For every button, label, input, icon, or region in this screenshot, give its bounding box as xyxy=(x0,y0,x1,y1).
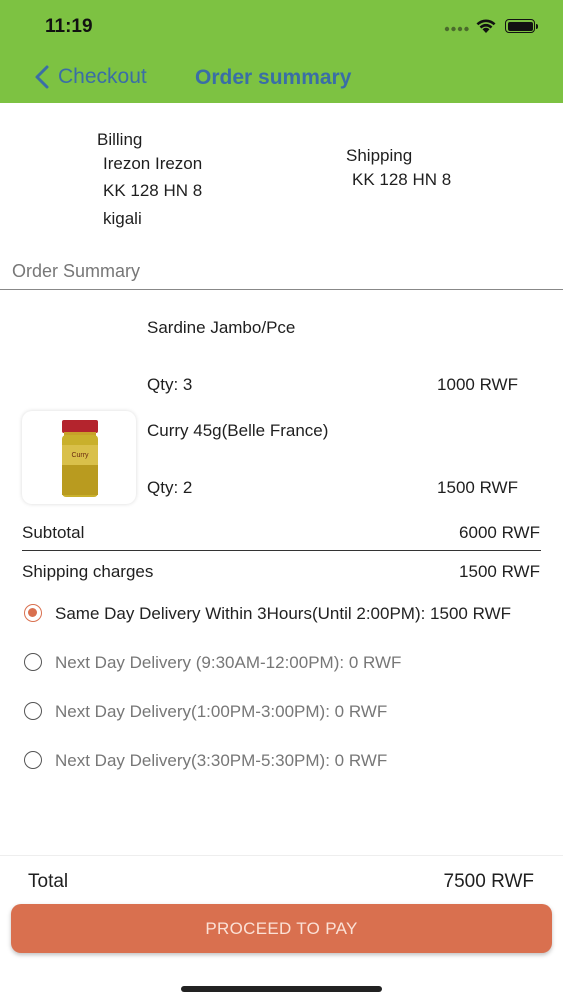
jar-label: Curry xyxy=(71,452,89,459)
item-qty: Qty: 3 xyxy=(147,375,193,394)
back-label: Checkout xyxy=(58,65,147,88)
delivery-option-label[interactable]: Next Day Delivery (9:30AM-12:00PM): 0 RW… xyxy=(55,653,401,673)
billing-city: kigali xyxy=(103,209,142,228)
divider xyxy=(22,550,541,551)
item-price: 1000 RWF xyxy=(437,375,518,394)
order-summary-heading: Order Summary xyxy=(12,261,141,281)
total-label: Total xyxy=(28,871,69,892)
shipping-charges-label: Shipping charges xyxy=(22,562,154,581)
divider xyxy=(0,855,563,856)
shipping-label: Shipping xyxy=(346,146,413,165)
delivery-option-label[interactable]: Next Day Delivery(1:00PM-3:00PM): 0 RWF xyxy=(55,702,387,722)
status-bar: 11:19 xyxy=(0,16,563,40)
item-qty: Qty: 2 xyxy=(147,478,193,497)
spice-jar-image: Curry xyxy=(62,420,98,497)
delivery-option-label[interactable]: Same Day Delivery Within 3Hours(Until 2:… xyxy=(55,604,511,624)
subtotal-value: 6000 RWF xyxy=(459,523,540,542)
item-name: Curry 45g(Belle France) xyxy=(147,421,329,440)
nav-bar: Checkout Order summary xyxy=(0,64,563,96)
radio-unselected[interactable] xyxy=(24,702,42,720)
cellular-signal-icon xyxy=(444,26,469,32)
proceed-to-pay-button[interactable]: PROCEED TO PAY xyxy=(11,904,552,953)
billing-street: KK 128 HN 8 xyxy=(103,181,203,200)
app-header: 11:19 Checkout Order summary xyxy=(0,0,563,103)
wifi-icon xyxy=(476,19,496,33)
home-indicator xyxy=(181,986,382,992)
shipping-street: KK 128 HN 8 xyxy=(352,170,452,189)
radio-unselected[interactable] xyxy=(24,751,42,769)
shipping-charges-value: 1500 RWF xyxy=(459,562,540,581)
item-name: Sardine Jambo/Pce xyxy=(147,318,296,337)
product-image: Curry xyxy=(22,411,136,504)
billing-name: Irezon Irezon xyxy=(103,154,203,173)
radio-selected[interactable] xyxy=(24,604,42,622)
radio-unselected[interactable] xyxy=(24,653,42,671)
item-price: 1500 RWF xyxy=(437,478,518,497)
battery-icon xyxy=(505,19,538,33)
status-time: 11:19 xyxy=(45,16,93,37)
chevron-left-icon xyxy=(35,65,49,89)
total-value: 7500 RWF xyxy=(443,871,534,892)
back-button[interactable]: Checkout xyxy=(32,64,147,90)
divider xyxy=(0,289,563,290)
subtotal-label: Subtotal xyxy=(22,523,85,542)
page-title: Order summary xyxy=(195,66,352,89)
billing-label: Billing xyxy=(97,130,143,149)
delivery-option-label[interactable]: Next Day Delivery(3:30PM-5:30PM): 0 RWF xyxy=(55,751,387,771)
